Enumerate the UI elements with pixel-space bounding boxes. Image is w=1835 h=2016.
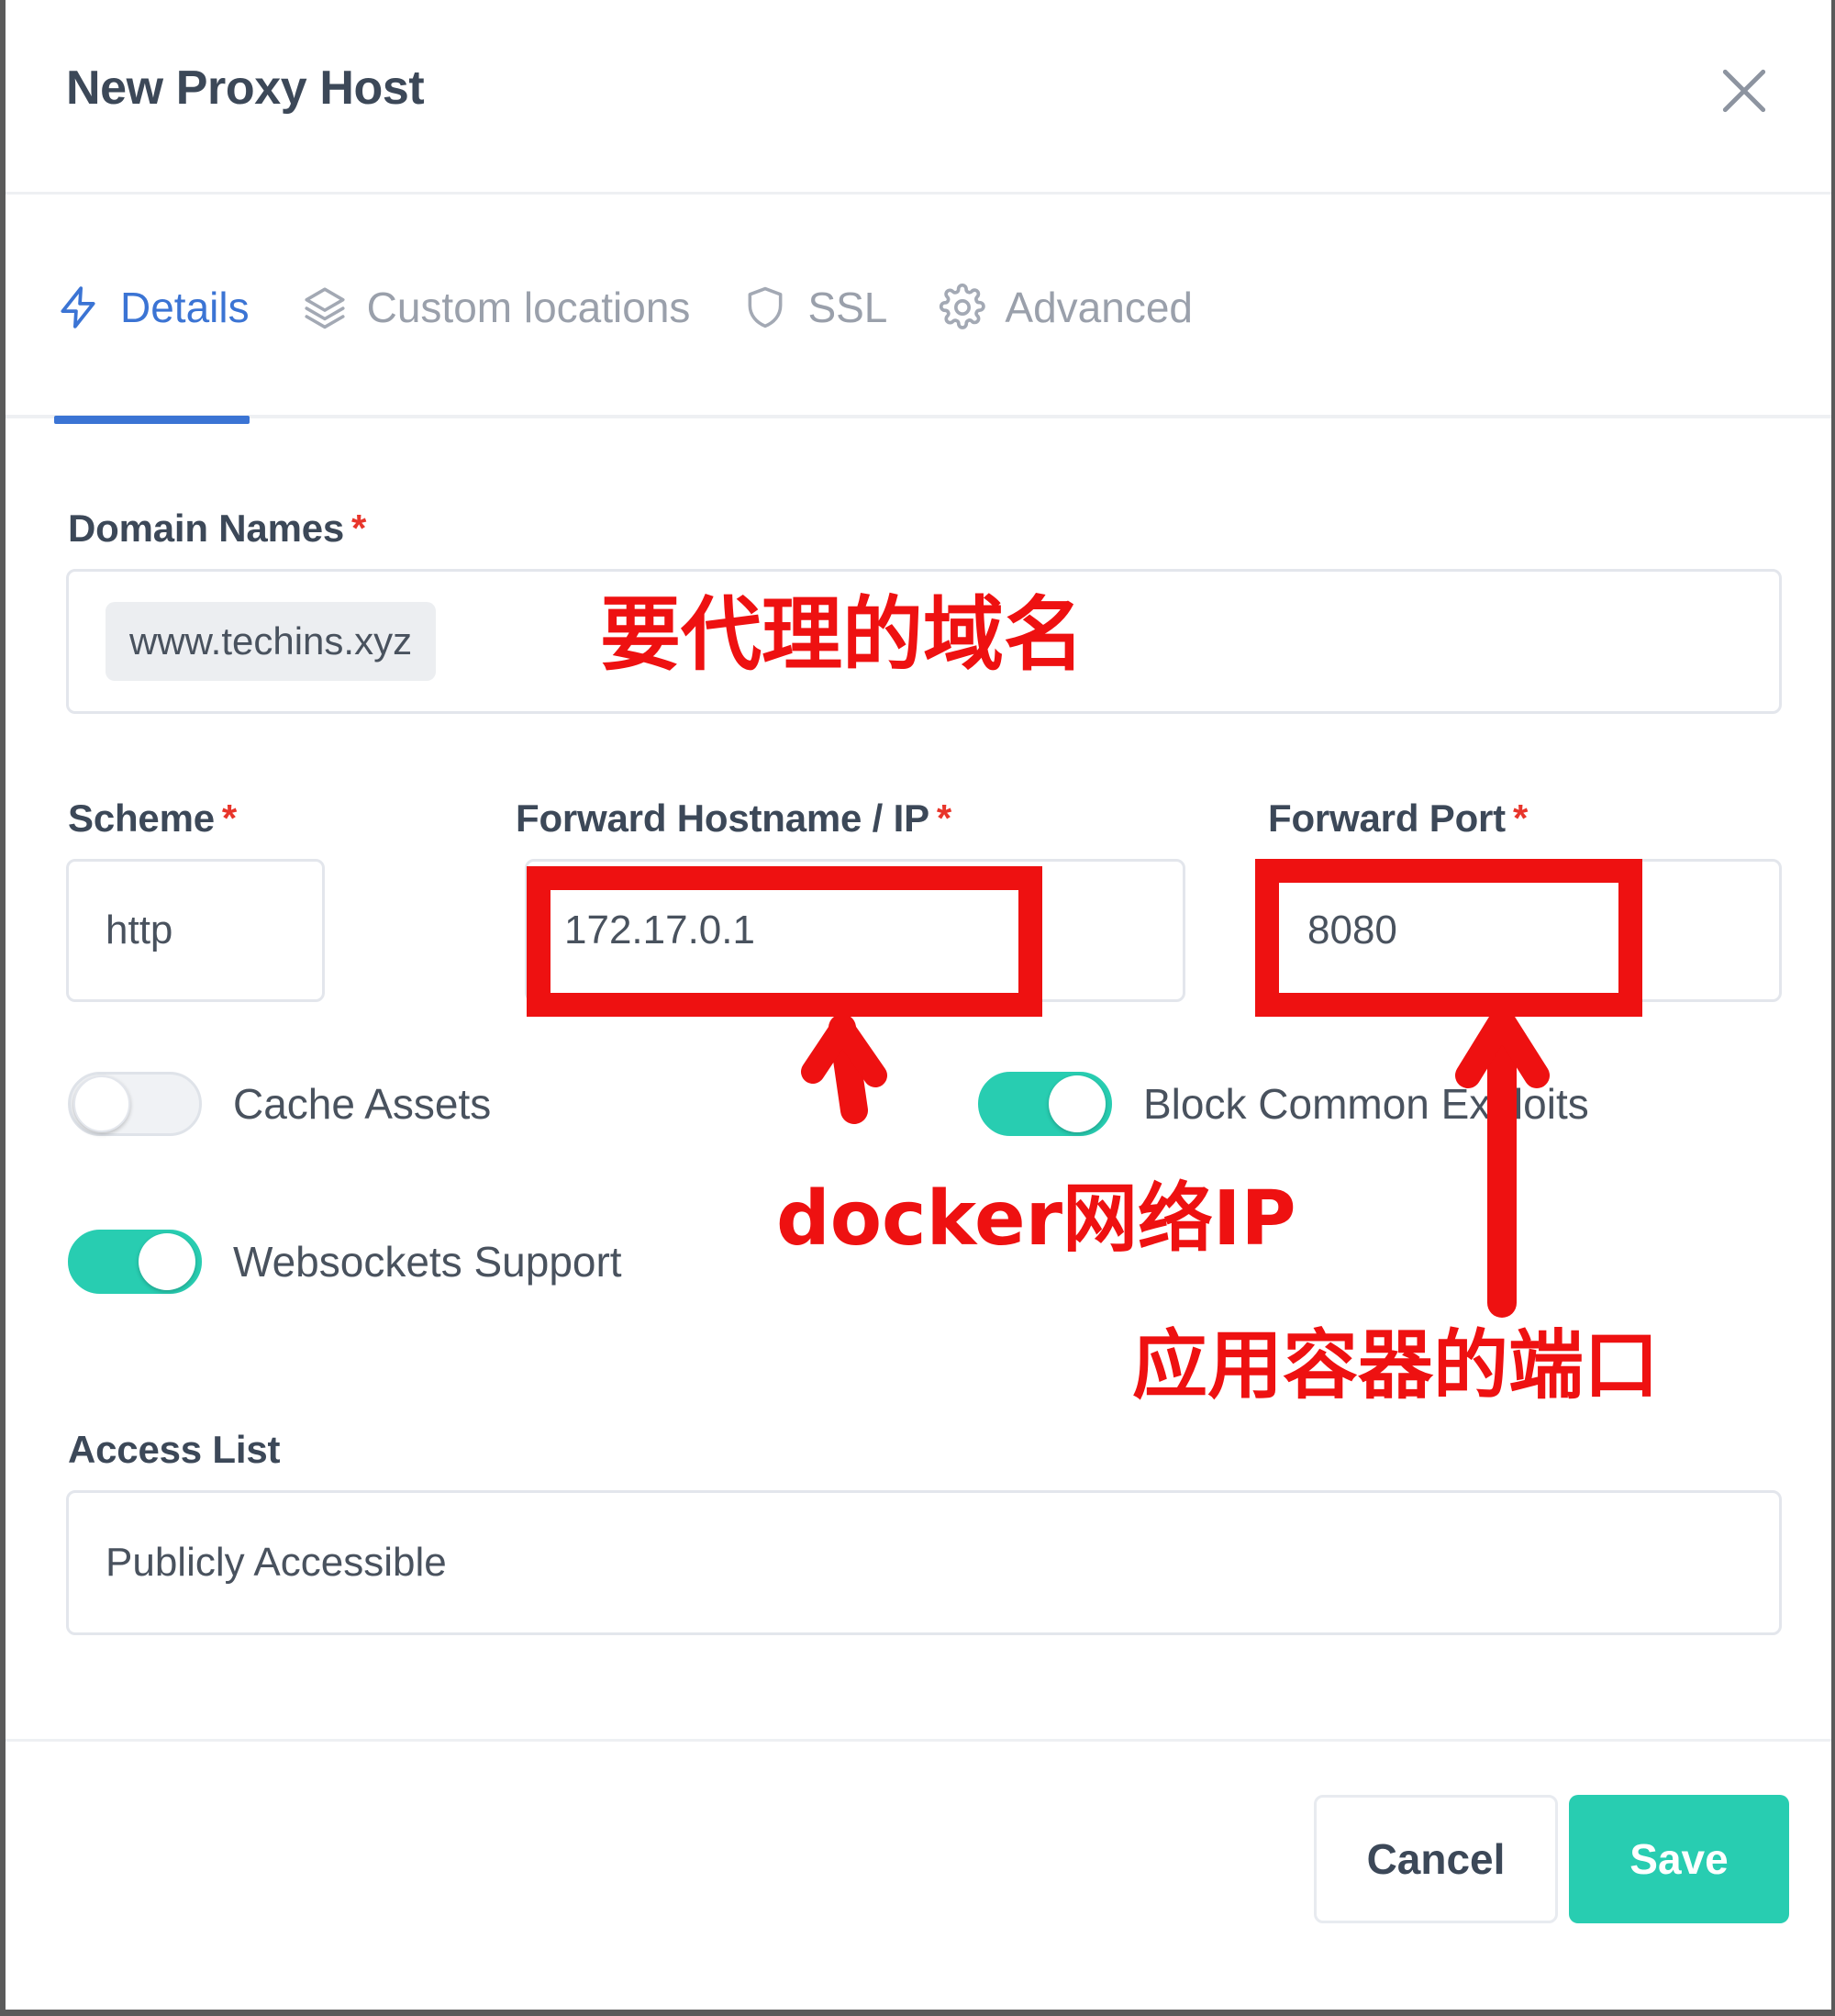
save-button[interactable]: Save (1569, 1795, 1789, 1923)
cancel-button[interactable]: Cancel (1314, 1795, 1558, 1923)
scheme-label: Scheme * (68, 796, 238, 840)
annotation-docker-ip-note: docker网络IP (776, 1175, 1296, 1263)
close-icon[interactable] (1712, 59, 1776, 123)
access-list-value: Publicly Accessible (106, 1540, 447, 1585)
tab-details-label: Details (120, 284, 250, 331)
bolt-icon (54, 284, 102, 331)
annotation-container-port-note: 应用容器的端口 (1132, 1322, 1660, 1409)
annotation-box-port (1255, 859, 1642, 1017)
tab-custom-locations-label: Custom locations (366, 284, 691, 331)
shield-icon (741, 284, 789, 331)
block-common-exploits-switch[interactable] (978, 1072, 1112, 1136)
scheme-select[interactable]: http (66, 859, 325, 1002)
tab-ssl[interactable]: SSL (716, 257, 913, 358)
access-list-label: Access List (68, 1428, 281, 1471)
scheme-value: http (106, 908, 173, 952)
websockets-support-switch[interactable] (68, 1230, 202, 1294)
forward-hostname-label: Forward Hostname / IP * (516, 796, 952, 840)
tab-bar: Details Custom locations SSL Advanced (6, 195, 1831, 424)
annotation-domain-note: 要代理的域名 (600, 587, 1085, 682)
tab-advanced-label: Advanced (1005, 284, 1193, 331)
gear-icon (939, 284, 986, 331)
domain-names-label: Domain Names * (68, 507, 367, 550)
new-proxy-host-modal: New Proxy Host Details Custom locations … (0, 0, 1835, 2016)
tab-custom-locations[interactable]: Custom locations (275, 257, 717, 358)
modal-header: New Proxy Host (6, 0, 1831, 195)
page-title: New Proxy Host (66, 61, 425, 115)
switch-knob (1049, 1075, 1106, 1132)
block-common-exploits-label: Block Common Exploits (1143, 1080, 1589, 1128)
forward-port-label: Forward Port * (1268, 796, 1529, 840)
switch-knob (73, 1075, 130, 1132)
cache-assets-switch[interactable] (68, 1072, 202, 1136)
tab-ssl-label: SSL (807, 284, 888, 331)
toggle-block-common-exploits[interactable]: Block Common Exploits (978, 1072, 1589, 1136)
access-list-select[interactable]: Publicly Accessible (66, 1490, 1782, 1635)
cache-assets-label: Cache Assets (233, 1080, 492, 1128)
websockets-support-label: Websockets Support (233, 1238, 622, 1286)
domain-tag[interactable]: www.techins.xyz (106, 602, 437, 681)
annotation-box-hostname (527, 866, 1042, 1017)
toggle-cache-assets[interactable]: Cache Assets (68, 1072, 491, 1136)
layers-icon (301, 284, 349, 331)
toggle-websockets-support[interactable]: Websockets Support (68, 1230, 622, 1294)
tab-details[interactable]: Details (54, 257, 275, 424)
switch-knob (139, 1233, 195, 1290)
modal-footer: Cancel Save (6, 1739, 1831, 2010)
tab-advanced[interactable]: Advanced (913, 257, 1218, 358)
